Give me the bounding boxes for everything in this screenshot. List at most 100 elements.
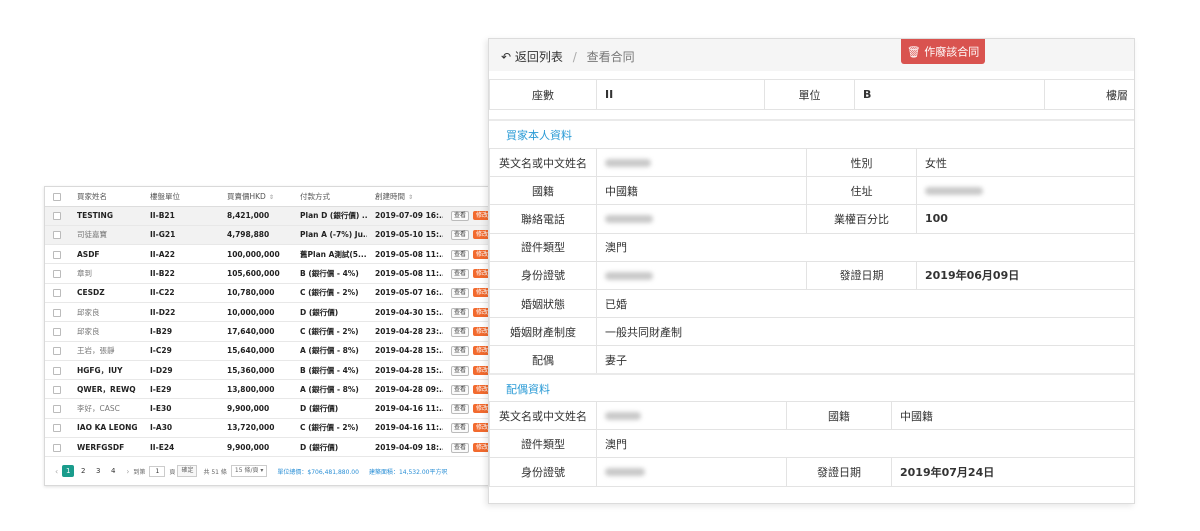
payment-cell: A (銀行價 - 8%) — [292, 379, 367, 400]
spouse-id-value — [596, 457, 787, 487]
property-regime-label: 婚姻財產制度 — [489, 317, 597, 347]
table-row[interactable]: 李好，CASC I-E30 9,900,000 D (銀行價) 2019-04-16 1… — [45, 398, 495, 419]
view-button[interactable]: 查看 — [451, 404, 470, 415]
table-row[interactable]: QWER，REWQ I-E29 13,800,000 A (銀行價 - 8%) 2019… — [45, 379, 495, 400]
created-cell: 2019-04-16 11:... — [367, 418, 443, 439]
page-3-button[interactable]: 3 — [92, 465, 104, 477]
unit-value: B — [854, 79, 1045, 110]
table-row[interactable]: 章到 II-B22 105,600,000 B (銀行價 - 4%) 2019-05-0… — [45, 263, 495, 284]
view-button[interactable]: 查看 — [451, 230, 470, 241]
prev-page-icon[interactable]: ‹ — [55, 467, 58, 476]
view-button[interactable]: 查看 — [451, 249, 470, 260]
created-cell: 2019-04-28 15:... — [367, 360, 443, 381]
unit-info-table: 座數 II 單位 B 樓層 — [489, 79, 1134, 110]
view-button[interactable]: 查看 — [451, 365, 470, 376]
section-divider — [489, 373, 1134, 375]
price-cell: 8,421,000 — [219, 206, 292, 226]
view-button[interactable]: 查看 — [451, 269, 470, 280]
goto-page-input[interactable]: 1 — [149, 465, 166, 477]
sort-icon[interactable]: ⇕ — [408, 194, 413, 201]
row-checkbox[interactable] — [45, 321, 69, 342]
view-button[interactable]: 查看 — [451, 307, 470, 318]
buyer-name-cell: 李好，CASC — [69, 398, 142, 419]
table-row[interactable]: 邱家良 II-D22 10,000,000 D (銀行價) 2019-04-30 15:… — [45, 302, 495, 323]
spouse-section-title: 配偶資料 — [506, 383, 550, 396]
row-checkbox[interactable] — [45, 341, 69, 361]
row-checkbox[interactable] — [45, 418, 69, 439]
col-price[interactable]: 買賣價HKD ⇕ — [219, 187, 292, 207]
row-checkbox[interactable] — [45, 302, 69, 323]
table-row[interactable]: 王岩，張靜 I-C29 15,640,000 A (銀行價 - 8%) 2019-04-… — [45, 341, 495, 361]
row-checkbox[interactable] — [45, 437, 69, 458]
price-cell: 15,640,000 — [219, 341, 292, 361]
trash-icon: 🗑 — [906, 45, 921, 59]
row-checkbox[interactable] — [45, 225, 69, 246]
void-contract-button[interactable]: 🗑 作廢該合同 — [901, 39, 985, 64]
row-checkbox[interactable] — [45, 360, 69, 381]
table-row[interactable]: HGFG，IUY I-D29 15,360,000 B (銀行價 - 4%) 2019-… — [45, 360, 495, 381]
nationality-value: 中國籍 — [596, 176, 807, 206]
created-cell: 2019-05-08 11:... — [367, 263, 443, 284]
table-row[interactable]: IAO KA LEONG I-A30 13,720,000 C (銀行價 - 2%) 2… — [45, 418, 495, 439]
page-4-button[interactable]: 4 — [107, 465, 119, 477]
table-header-row: 買家姓名 樓盤單位 買賣價HKD ⇕ 付款方式 創建時間 ⇕ — [45, 187, 495, 207]
table-row[interactable]: 邱家良 I-B29 17,640,000 C (銀行價 - 2%) 2019-04-28… — [45, 321, 495, 342]
buyer-name-label: 英文名或中文姓名 — [489, 147, 597, 178]
page-1-button[interactable]: 1 — [62, 465, 75, 477]
table-row[interactable]: TESTING II-B21 8,421,000 Plan D (銀行價) ... 20… — [45, 206, 495, 226]
view-button[interactable]: 查看 — [451, 442, 470, 453]
view-button[interactable]: 查看 — [451, 326, 470, 337]
next-page-icon[interactable]: › — [126, 467, 129, 476]
breadcrumb-current: 查看合同 — [586, 50, 635, 64]
payment-cell: B (銀行價 - 4%) — [292, 263, 367, 284]
spouse-value: 妻子 — [596, 345, 1134, 375]
back-to-list-link[interactable]: 返回列表 — [515, 50, 563, 64]
payment-cell: C (銀行價 - 2%) — [292, 283, 367, 303]
price-cell: 10,780,000 — [219, 283, 292, 303]
row-checkbox[interactable] — [45, 379, 69, 400]
row-checkbox[interactable] — [45, 263, 69, 284]
view-button[interactable]: 查看 — [451, 288, 470, 299]
row-checkbox[interactable] — [45, 206, 69, 226]
unit-cell: II-G21 — [142, 225, 219, 246]
view-button[interactable]: 查看 — [451, 384, 470, 395]
unit-cell: II-D22 — [142, 302, 219, 323]
buyer-name-cell: 邱家良 — [69, 302, 142, 323]
row-checkbox[interactable] — [45, 244, 69, 265]
price-cell: 9,900,000 — [219, 437, 292, 458]
table-row[interactable]: 司徒嘉寶 II-G21 4,798,880 Plan A (-7%) Ju... 201… — [45, 225, 495, 246]
issue-date-value: 2019年06月09日 — [916, 260, 1134, 290]
payment-cell: Plan D (銀行價) ... — [292, 206, 367, 226]
back-arrow-icon[interactable]: ↶ — [501, 50, 511, 64]
unit-cell: I-B29 — [142, 321, 219, 342]
goto-confirm-button[interactable]: 確定 — [177, 465, 198, 477]
price-cell: 13,720,000 — [219, 418, 292, 439]
seat-label: 座數 — [489, 79, 597, 110]
page-2-button[interactable]: 2 — [77, 465, 89, 477]
buyer-name-cell: WERFGSDF — [69, 437, 142, 458]
table-row[interactable]: CESDZ II-C22 10,780,000 C (銀行價 - 2%) 2019-05… — [45, 283, 495, 303]
contract-list-table: 買家姓名 樓盤單位 買賣價HKD ⇕ 付款方式 創建時間 ⇕ TESTING II-B… — [45, 187, 495, 458]
col-created[interactable]: 創建時間 ⇕ — [367, 187, 443, 207]
page-size-select[interactable]: 15 條/頁 ▾ — [230, 465, 268, 477]
price-cell: 17,640,000 — [219, 321, 292, 342]
price-cell: 13,800,000 — [219, 379, 292, 400]
payment-cell: A (銀行價 - 8%) — [292, 341, 367, 361]
buyer-section-title: 買家本人資料 — [506, 129, 572, 142]
sort-icon[interactable]: ⇕ — [269, 194, 274, 201]
buyer-name-cell: CESDZ — [69, 283, 142, 303]
row-checkbox[interactable] — [45, 283, 69, 303]
table-row[interactable]: ASDF II-A22 100,000,000 舊Plan A測試(5... 2019-… — [45, 244, 495, 265]
created-cell: 2019-05-10 15:... — [367, 225, 443, 246]
spouse-nationality-label: 國籍 — [786, 400, 892, 431]
col-buyer-name: 買家姓名 — [69, 187, 142, 207]
table-row[interactable]: WERFGSDF II-E24 9,900,000 D (銀行價) 2019-04-09… — [45, 437, 495, 458]
breadcrumb-separator: / — [572, 50, 577, 64]
select-all-checkbox[interactable] — [45, 187, 69, 207]
view-button[interactable]: 查看 — [451, 346, 470, 357]
view-button[interactable]: 查看 — [451, 211, 470, 222]
doc-type-value: 澳門 — [596, 232, 1134, 262]
row-checkbox[interactable] — [45, 398, 69, 419]
view-button[interactable]: 查看 — [451, 423, 470, 434]
phone-value — [596, 204, 807, 234]
